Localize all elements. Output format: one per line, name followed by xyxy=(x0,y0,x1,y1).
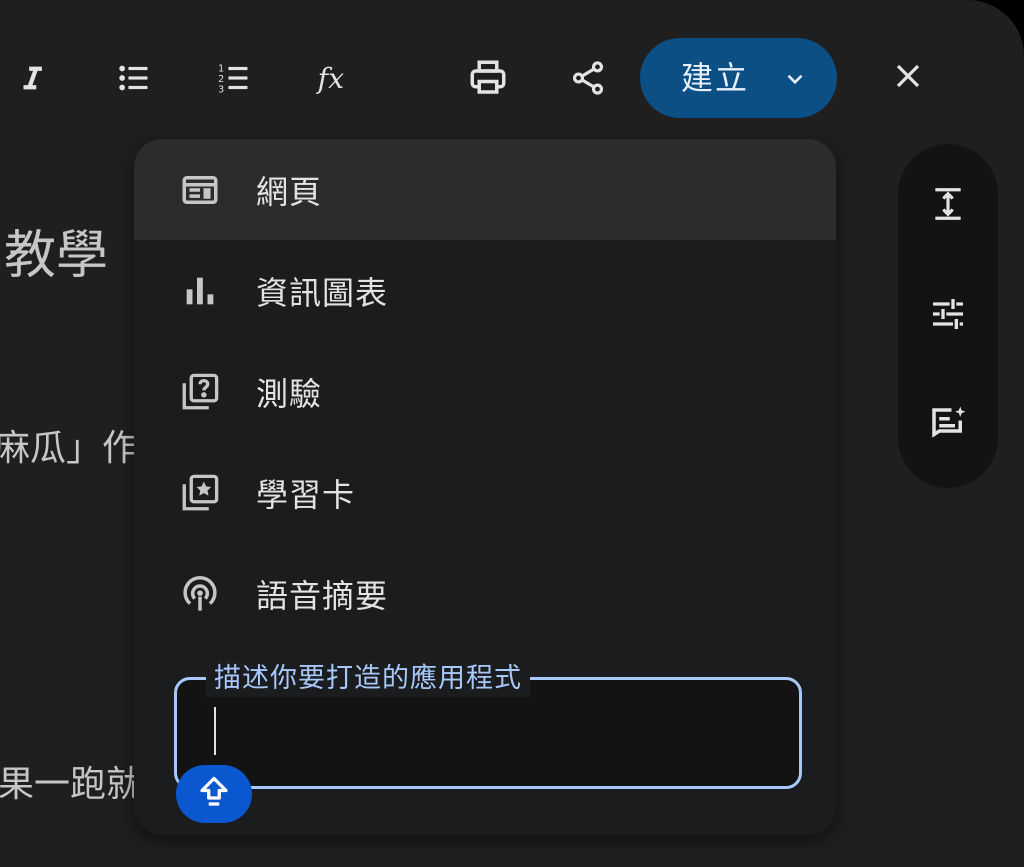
bulleted-list-icon xyxy=(115,59,153,97)
menu-item-label: 測驗 xyxy=(256,374,323,413)
document-heading: 教學 xyxy=(4,226,109,286)
menu-item-flashcards[interactable]: 學習卡 xyxy=(134,442,836,543)
svg-text:3: 3 xyxy=(218,84,224,95)
tune-icon xyxy=(928,294,968,338)
share-button[interactable] xyxy=(560,50,616,106)
menu-item-label: 網頁 xyxy=(256,172,323,211)
menu-item-audio-overview[interactable]: 語音摘要 xyxy=(134,543,836,644)
podcast-icon xyxy=(176,570,224,618)
italic-button[interactable] xyxy=(4,50,60,106)
upload-arrow-icon xyxy=(196,774,232,814)
close-button[interactable] xyxy=(880,50,936,106)
print-button[interactable] xyxy=(460,50,516,106)
menu-item-infographic[interactable]: 資訊圖表 xyxy=(134,240,836,341)
ai-notes-icon xyxy=(927,403,969,449)
create-button[interactable]: 建立 xyxy=(640,38,837,118)
text-cursor xyxy=(214,707,216,755)
share-icon xyxy=(569,59,607,97)
tune-button[interactable] xyxy=(920,288,976,344)
app-description-label: 描述你要打造的應用程式 xyxy=(206,661,530,697)
document-paragraph: 麻瓜」作 xyxy=(0,428,139,469)
svg-text:fx: fx xyxy=(316,62,344,95)
flashcards-icon xyxy=(176,469,224,517)
web-page-icon xyxy=(176,166,224,214)
menu-item-label: 資訊圖表 xyxy=(256,273,389,312)
close-icon xyxy=(893,61,923,95)
bulleted-list-button[interactable] xyxy=(106,50,162,106)
chevron-down-icon xyxy=(780,64,810,94)
menu-item-label: 學習卡 xyxy=(256,475,356,514)
expand-height-icon xyxy=(929,185,967,227)
menu-item-web-page[interactable]: 網頁 xyxy=(134,139,836,240)
ai-notes-button[interactable] xyxy=(920,398,976,454)
numbered-list-icon: 123 xyxy=(215,59,253,97)
side-rail xyxy=(898,144,998,488)
formula-icon: fx xyxy=(316,58,356,98)
create-button-label: 建立 xyxy=(681,59,750,97)
create-menu: 網頁 資訊圖表 測驗 學習卡 語音摘要 描述你要打造的應用程式 xyxy=(134,139,836,835)
expand-height-button[interactable] xyxy=(920,178,976,234)
menu-item-label: 語音摘要 xyxy=(256,576,389,615)
print-icon xyxy=(467,57,509,99)
send-button[interactable] xyxy=(176,765,252,823)
formula-button[interactable]: fx xyxy=(308,50,364,106)
document-paragraph: 果一跑就 xyxy=(0,764,143,805)
italic-icon xyxy=(15,61,49,95)
numbered-list-button[interactable]: 123 xyxy=(206,50,262,106)
quiz-icon xyxy=(176,368,224,416)
bar-chart-icon xyxy=(176,267,224,315)
menu-item-quiz[interactable]: 測驗 xyxy=(134,341,836,442)
app-window: 教學 麻瓜」作 果一跑就 123 fx 建立 網頁 資訊圖表 測驗 學習卡 語音… xyxy=(0,0,1024,867)
app-description-input[interactable] xyxy=(212,705,776,759)
